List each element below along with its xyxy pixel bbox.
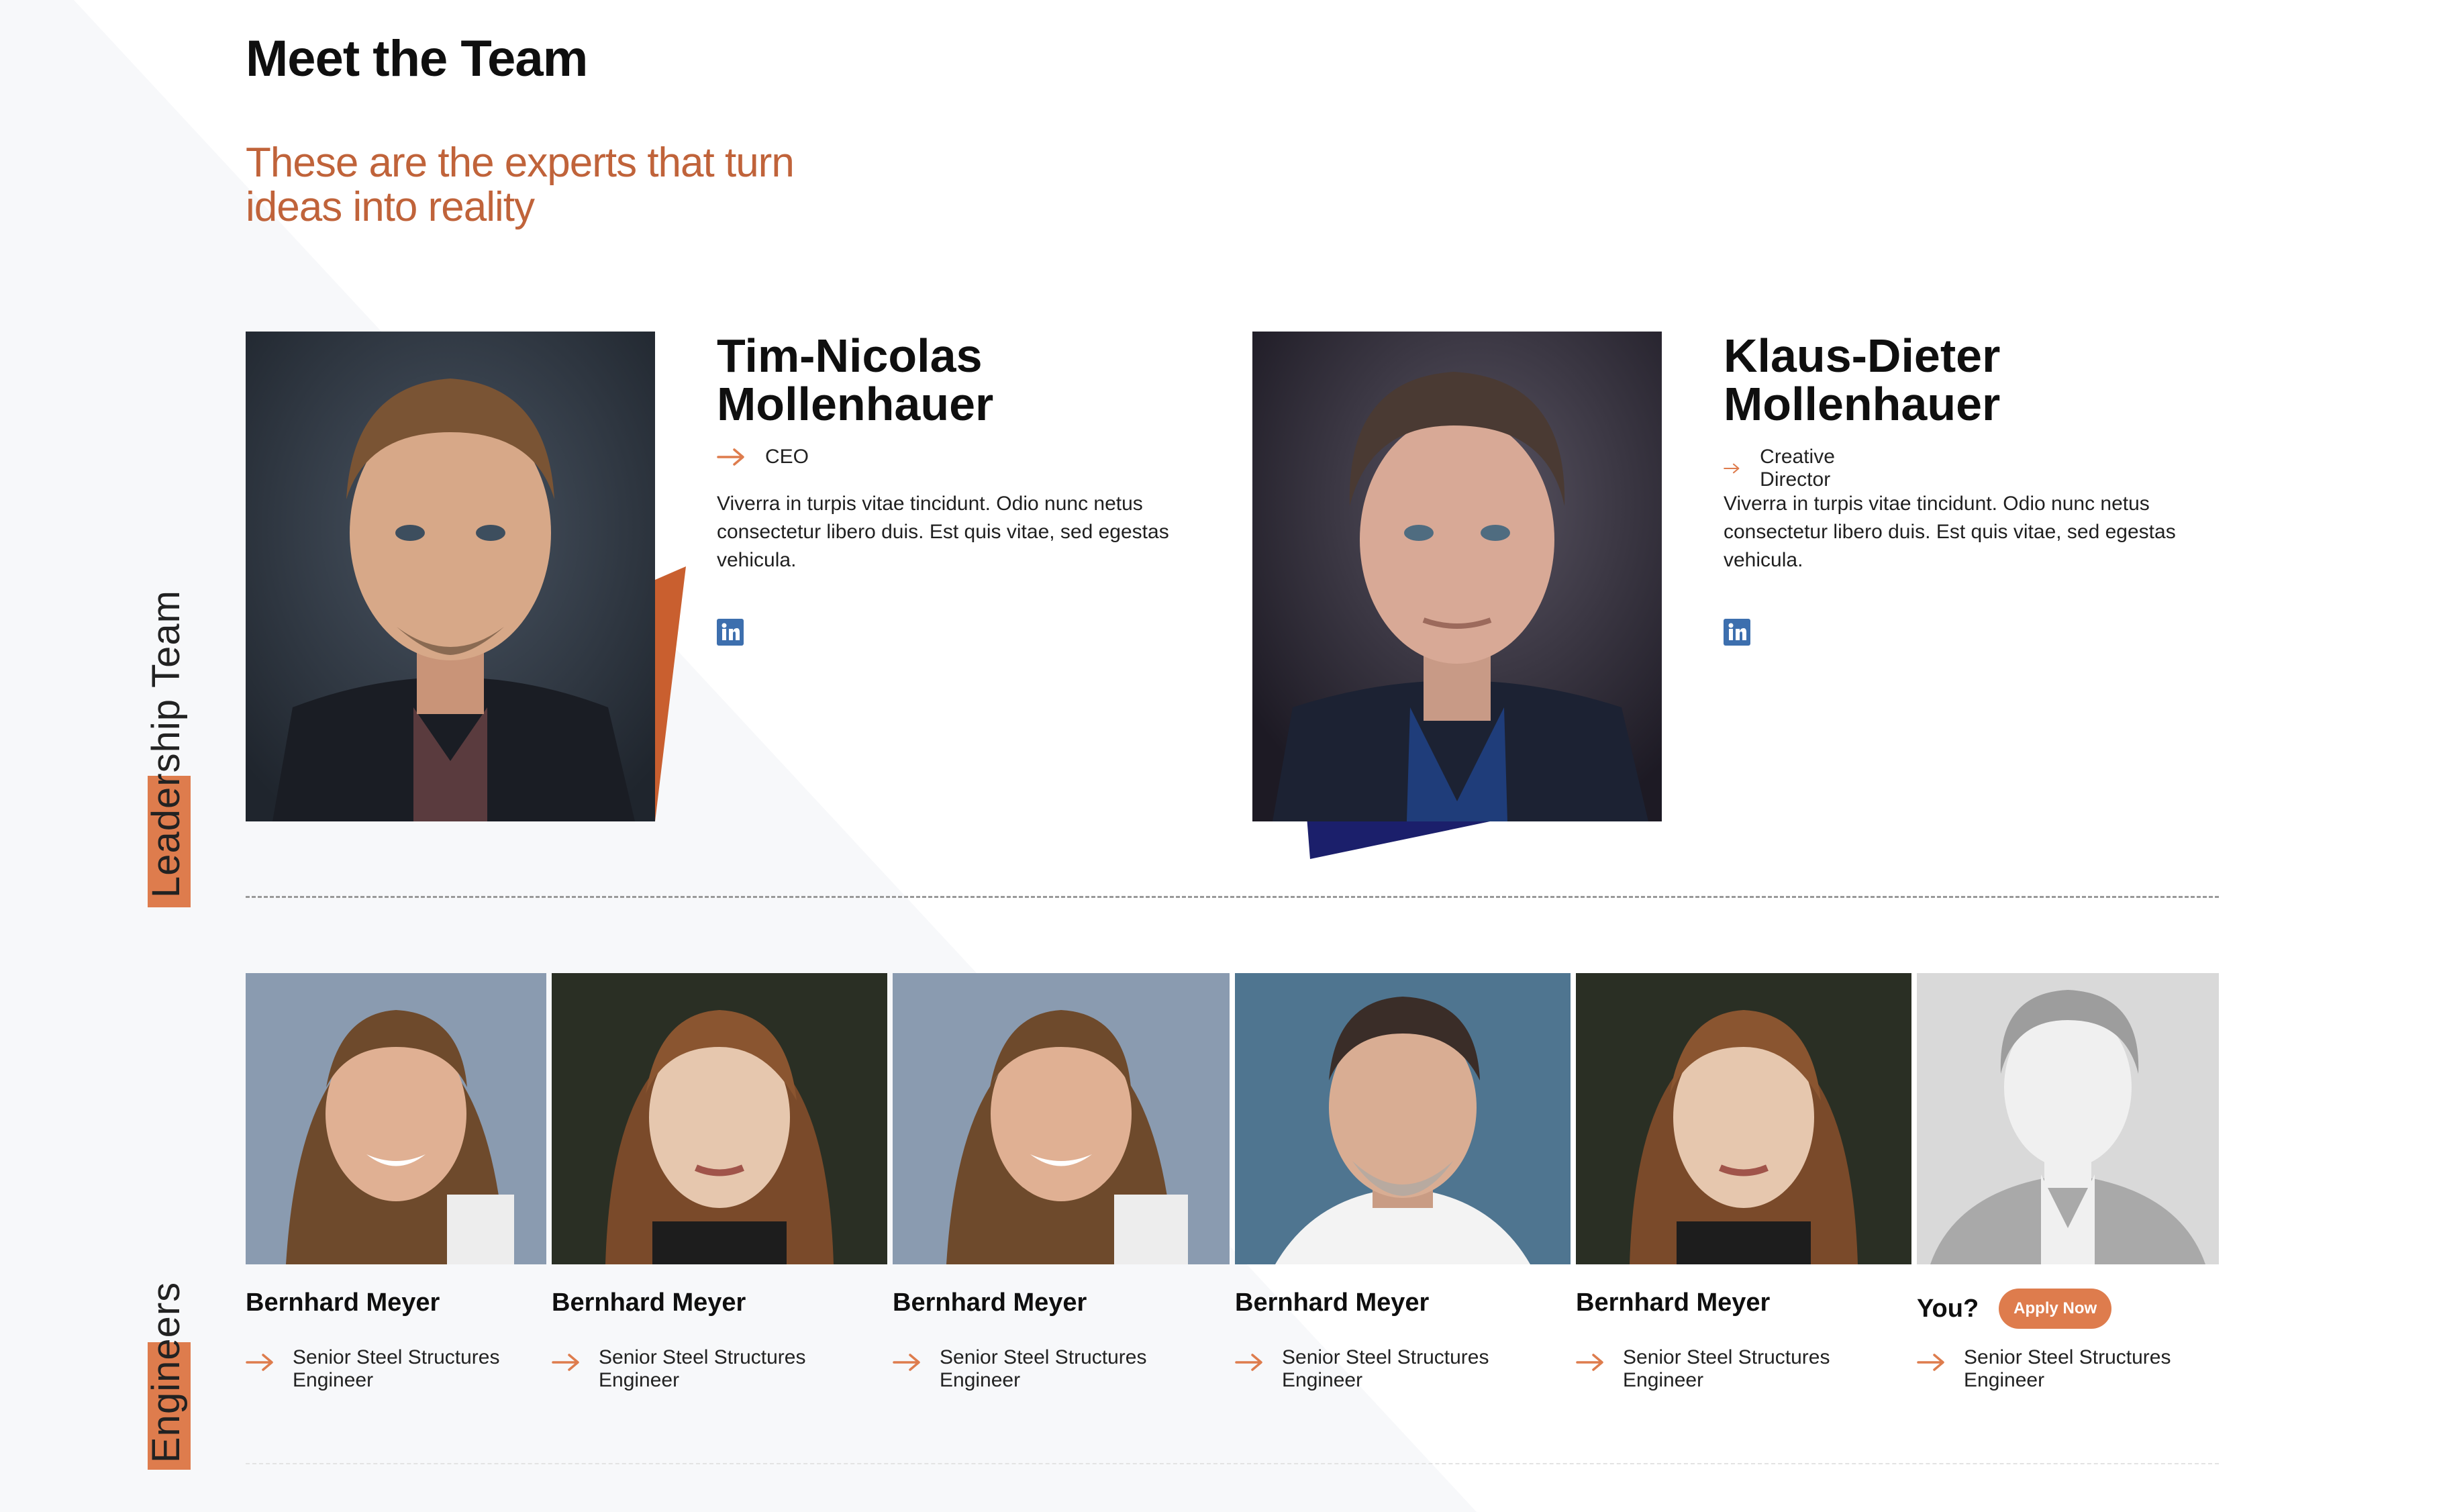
engineer-name: Bernhard Meyer (893, 1289, 1087, 1317)
engineer-name: Bernhard Meyer (1235, 1289, 1430, 1317)
engineer-role-row: Senior Steel Structures Engineer (246, 1346, 507, 1392)
engineer-name: Bernhard Meyer (1576, 1289, 1771, 1317)
linkedin-icon[interactable] (717, 619, 744, 646)
leader-role-row: CEO (717, 446, 809, 468)
engineer-role-row: Senior Steel Structures Engineer (1576, 1346, 1838, 1392)
arrow-right-icon (717, 448, 744, 466)
engineer-name-row: Bernhard Meyer (246, 1289, 440, 1317)
leader-photo-frame (1252, 332, 1662, 821)
engineer-photo (552, 973, 887, 1264)
arrow-right-icon (1917, 1354, 1944, 1371)
leader-description: Viverra in turpis vitae tincidunt. Odio … (717, 493, 1169, 571)
arrow-right-icon (246, 1354, 273, 1371)
leader-name: Tim-Nicolas Mollenhauer (717, 330, 994, 430)
leader-photo (1252, 332, 1662, 821)
section-divider (246, 896, 2219, 898)
section-divider (246, 1463, 2219, 1464)
engineer-name-row: Bernhard Meyer (1235, 1289, 1429, 1317)
open-position-title: You? (1917, 1294, 1979, 1323)
engineer-name-row: Bernhard Meyer (893, 1289, 1087, 1317)
apply-now-button[interactable]: Apply Now (1999, 1289, 2112, 1329)
engineer-photo (893, 973, 1230, 1264)
engineer-name: Bernhard Meyer (246, 1289, 440, 1317)
engineer-role: Senior Steel Structures Engineer (1964, 1346, 2171, 1391)
leader-photo (246, 332, 655, 821)
engineer-role: Senior Steel Structures Engineer (1623, 1346, 1830, 1391)
engineers-label-text: Engineers (144, 1281, 188, 1463)
arrow-right-icon (1724, 463, 1740, 474)
placeholder-avatar (1917, 973, 2219, 1264)
engineer-role-row: Senior Steel Structures Engineer (893, 1346, 1154, 1392)
engineer-name: Bernhard Meyer (552, 1289, 746, 1317)
leader-photo-frame (246, 332, 655, 821)
arrow-right-icon (893, 1354, 920, 1371)
engineer-role-row: Senior Steel Structures Engineer (1235, 1346, 1497, 1392)
leader-description: Viverra in turpis vitae tincidunt. Odio … (1724, 493, 2176, 571)
engineer-name-row: Bernhard Meyer (1576, 1289, 1770, 1317)
engineers-grid: Bernhard Meyer Senior Steel Structures E… (246, 973, 2219, 1416)
engineer-photo (1576, 973, 1911, 1264)
arrow-right-icon (552, 1354, 579, 1371)
leader-role: Creative Director (1760, 446, 1835, 491)
linkedin-icon[interactable] (1724, 619, 1750, 646)
arrow-right-icon (1235, 1354, 1262, 1371)
engineer-role: Senior Steel Structures Engineer (1282, 1346, 1489, 1391)
leader-name: Klaus-Dieter Mollenhauer (1724, 330, 2001, 430)
page-subtitle: These are the experts that turn ideas in… (246, 140, 795, 230)
engineer-role: Senior Steel Structures Engineer (599, 1346, 806, 1391)
engineer-role: Senior Steel Structures Engineer (293, 1346, 500, 1391)
engineer-role-row: Senior Steel Structures Engineer (1917, 1346, 2179, 1392)
leader-role: CEO (765, 446, 809, 468)
engineer-name-row: You? Apply Now (1917, 1289, 2112, 1329)
leader-role-row: Creative Director (1724, 446, 1847, 491)
engineer-role-row: Senior Steel Structures Engineer (552, 1346, 813, 1392)
page-title: Meet the Team (246, 30, 588, 87)
engineer-name-row: Bernhard Meyer (552, 1289, 746, 1317)
engineer-photo (1235, 973, 1571, 1264)
engineer-role: Senior Steel Structures Engineer (940, 1346, 1147, 1391)
arrow-right-icon (1576, 1354, 1603, 1371)
engineer-photo (246, 973, 546, 1264)
leadership-label-text: Leadership Team (144, 590, 188, 898)
